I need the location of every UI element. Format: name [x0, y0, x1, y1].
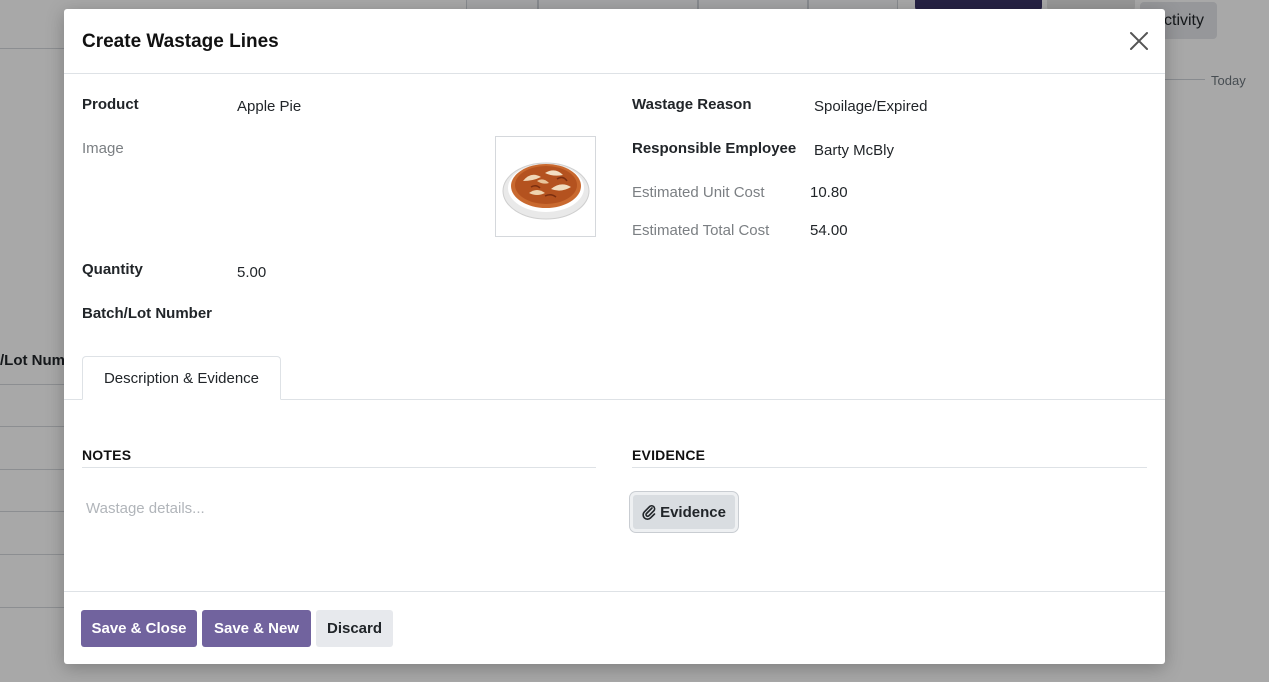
modal-title: Create Wastage Lines: [82, 31, 279, 52]
product-label: Product: [82, 96, 139, 113]
tab-description-evidence[interactable]: Description & Evidence: [82, 356, 281, 400]
quantity-field[interactable]: 5.00: [237, 264, 266, 281]
footer-divider: [64, 591, 1165, 592]
apple-pie-image[interactable]: [495, 136, 596, 237]
notes-divider: [82, 467, 596, 468]
total-cost-label: Estimated Total Cost: [632, 222, 770, 239]
evidence-button[interactable]: Evidence: [630, 492, 738, 532]
batch-lot-field[interactable]: [237, 307, 487, 327]
responsible-employee-field[interactable]: Barty McBly: [814, 142, 894, 159]
paperclip-icon: [642, 504, 656, 520]
discard-button[interactable]: Discard: [316, 610, 393, 647]
evidence-button-label: Evidence: [660, 503, 726, 521]
notes-title: NOTES: [82, 447, 132, 463]
notes-input[interactable]: Wastage details...: [86, 500, 205, 517]
save-close-button[interactable]: Save & Close: [81, 610, 197, 647]
quantity-label: Quantity: [82, 261, 143, 278]
batch-lot-label: Batch/Lot Number: [82, 305, 213, 322]
responsible-employee-label: Responsible Employee: [632, 140, 797, 157]
wastage-reason-field[interactable]: Spoilage/Expired: [814, 98, 927, 115]
product-field[interactable]: Apple Pie: [237, 98, 301, 115]
total-cost-value: 54.00: [810, 222, 848, 239]
save-new-button[interactable]: Save & New: [202, 610, 311, 647]
wastage-reason-label: Wastage Reason: [632, 96, 752, 113]
unit-cost-value: 10.80: [810, 184, 848, 201]
modal-header: Create Wastage Lines: [64, 9, 1165, 74]
evidence-title: EVIDENCE: [632, 447, 706, 463]
close-icon[interactable]: [1127, 29, 1151, 53]
apple-pie-icon: [502, 162, 589, 219]
evidence-divider: [632, 467, 1147, 468]
image-label: Image: [82, 140, 124, 157]
unit-cost-label: Estimated Unit Cost: [632, 184, 765, 201]
create-wastage-dialog: Create Wastage Lines Product Apple Pie I…: [64, 9, 1165, 664]
